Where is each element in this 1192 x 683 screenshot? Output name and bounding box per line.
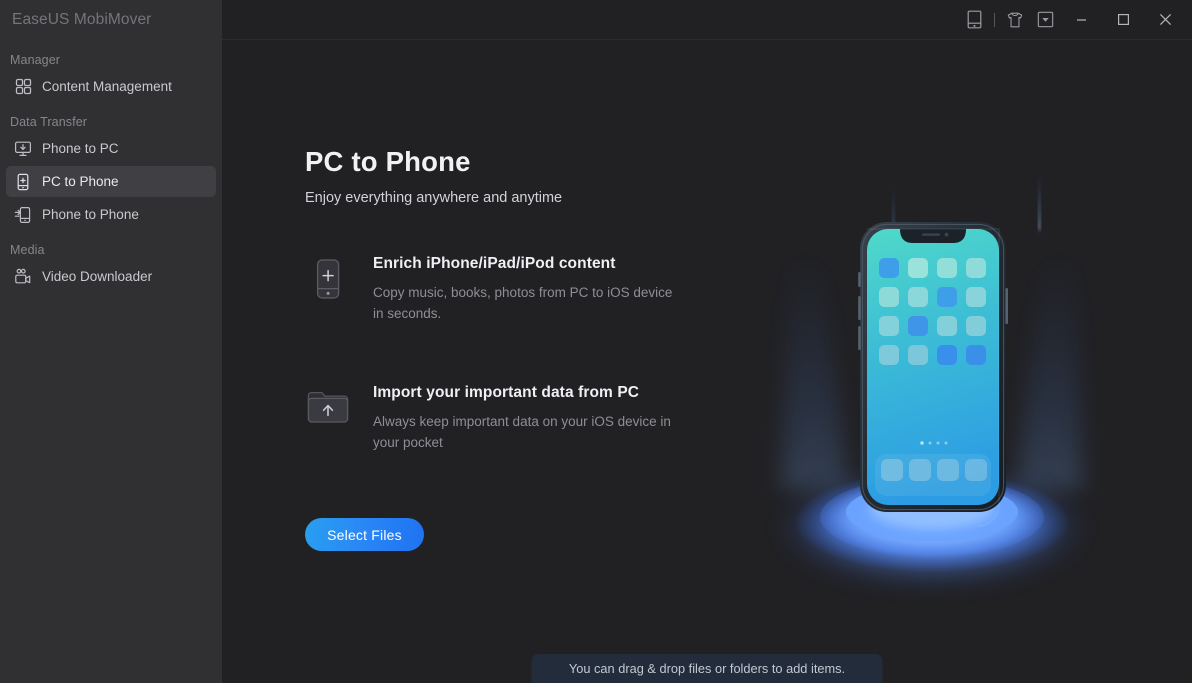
video-camera-icon <box>11 266 35 288</box>
grid-icon <box>11 76 35 98</box>
sidebar-item-label: Video Downloader <box>42 269 153 284</box>
feature-title: Enrich iPhone/iPad/iPod content <box>373 255 616 272</box>
sidebar-section-label-manager: Manager <box>10 53 61 67</box>
device-icon[interactable] <box>959 5 989 35</box>
feature-title: Import your important data from PC <box>373 384 640 401</box>
sidebar-item-label: Content Management <box>42 79 172 94</box>
phone-plus-icon <box>305 255 351 301</box>
sidebar-item-label: Phone to PC <box>42 141 119 156</box>
sidebar-item-phone-to-phone[interactable]: Phone to Phone <box>6 199 216 230</box>
phone-illustration <box>762 160 1102 610</box>
sidebar-section-label-data-transfer: Data Transfer <box>10 115 88 129</box>
feature-description: Always keep important data on your iOS d… <box>373 414 671 450</box>
sidebar-item-label: PC to Phone <box>42 174 119 189</box>
page-subtitle: Enjoy everything anywhere and anytime <box>305 190 563 206</box>
phone-plus-icon <box>11 171 35 193</box>
folder-upload-icon <box>305 384 351 430</box>
feature-text: Enrich iPhone/iPad/iPod content Copy mus… <box>373 255 673 324</box>
app-brand-title: EaseUS MobiMover <box>12 11 152 28</box>
sidebar-item-video-downloader[interactable]: Video Downloader <box>6 261 216 292</box>
sidebar-item-content-management[interactable]: Content Management <box>6 71 216 102</box>
feature-description: Copy music, books, photos from PC to iOS… <box>373 285 673 321</box>
select-files-button[interactable]: Select Files <box>305 518 424 551</box>
titlebar-divider <box>994 12 995 27</box>
sidebar-section-label-media: Media <box>10 243 45 257</box>
minimize-button[interactable] <box>1060 0 1102 40</box>
sidebar-item-pc-to-phone[interactable]: PC to Phone <box>6 166 216 197</box>
page-title: PC to Phone <box>305 146 471 177</box>
more-dropdown-icon[interactable] <box>1030 5 1060 35</box>
theme-shirt-icon[interactable] <box>1000 5 1030 35</box>
feature-item: Enrich iPhone/iPad/iPod content Copy mus… <box>305 255 673 324</box>
sidebar: EaseUS MobiMover Manager Content Managem… <box>0 0 222 683</box>
main-area: PC to Phone Enjoy everything anywhere an… <box>222 0 1192 683</box>
feature-item: Import your important data from PC Alway… <box>305 384 673 453</box>
drag-drop-hint: You can drag & drop files or folders to … <box>531 654 883 683</box>
titlebar <box>222 0 1192 40</box>
maximize-button[interactable] <box>1102 0 1144 40</box>
feature-text: Import your important data from PC Alway… <box>373 384 673 453</box>
close-button[interactable] <box>1144 0 1186 40</box>
app-window: EaseUS MobiMover Manager Content Managem… <box>0 0 1192 683</box>
monitor-download-icon <box>11 138 35 160</box>
phone-transfer-icon <box>11 204 35 226</box>
sidebar-item-label: Phone to Phone <box>42 207 139 222</box>
page-content: PC to Phone Enjoy everything anywhere an… <box>222 40 1192 683</box>
sidebar-item-phone-to-pc[interactable]: Phone to PC <box>6 133 216 164</box>
